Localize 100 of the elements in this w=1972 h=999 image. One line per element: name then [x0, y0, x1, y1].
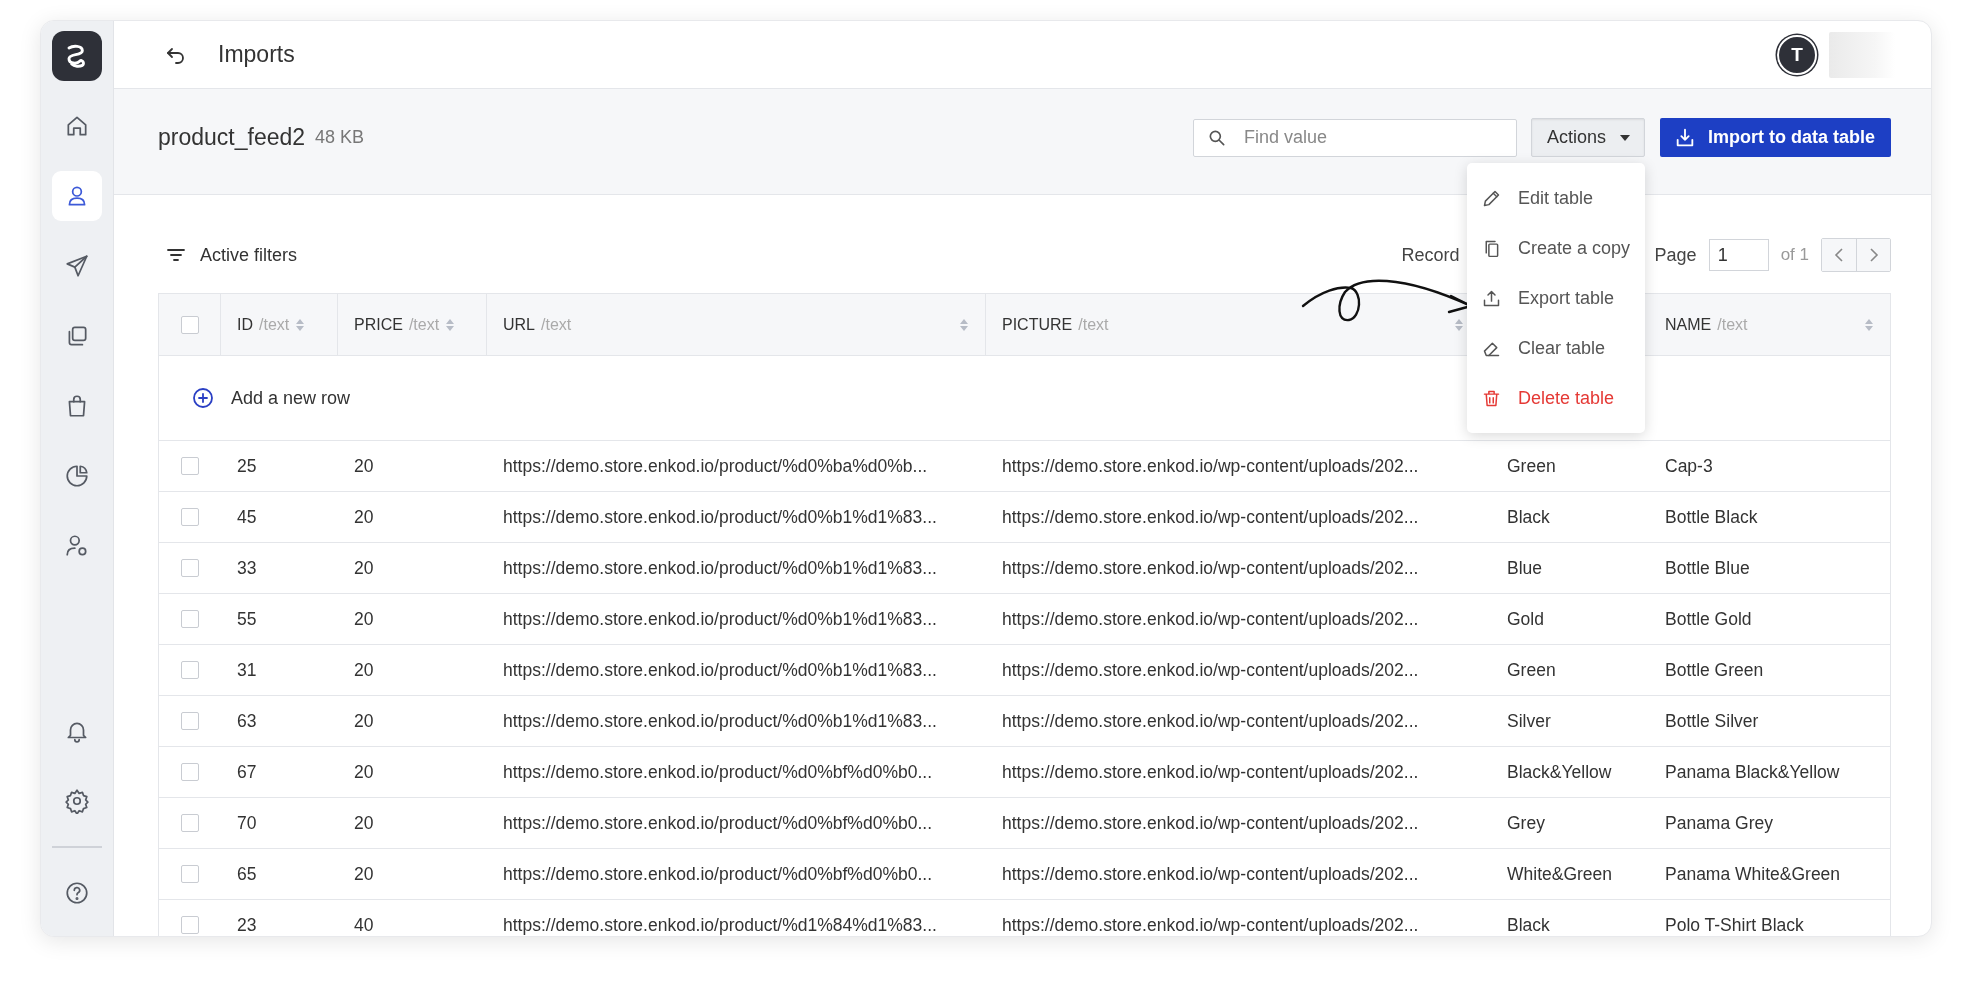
page-total: of 1: [1780, 245, 1809, 265]
table-cell: 20: [354, 557, 374, 579]
logo-icon[interactable]: [52, 31, 102, 81]
table-cell: 55: [237, 608, 257, 630]
table-cell: https://demo.store.enkod.io/wp-content/uploads/202...: [1002, 659, 1419, 681]
page-label: Page: [1654, 244, 1697, 266]
page-title: Imports: [218, 41, 295, 68]
table-cell: Bottle Silver: [1665, 710, 1759, 732]
table-cell: https://demo.store.enkod.io/wp-content/uploads/202...: [1002, 761, 1419, 783]
table-cell: https://demo.store.enkod.io/wp-content/uploads/202...: [1002, 557, 1419, 579]
row-checkbox[interactable]: [181, 865, 199, 883]
menu-item-label: Clear table: [1518, 337, 1606, 359]
table-cell: Green: [1507, 455, 1556, 477]
table-cell: https://demo.store.enkod.io/product/%d0%b1%d1%83...: [503, 659, 937, 681]
table-cell: 20: [354, 812, 374, 834]
table-cell: 20: [354, 608, 374, 630]
table-cell: 20: [354, 710, 374, 732]
table-cell: 25: [237, 455, 257, 477]
table-cell: https://demo.store.enkod.io/product/%d0%ba%d0%b...: [503, 455, 928, 477]
search-field[interactable]: Find value: [1192, 118, 1517, 157]
table-cell: https://demo.store.enkod.io/wp-content/uploads/202...: [1002, 914, 1419, 936]
table-cell: 20: [354, 659, 374, 681]
add-row-button[interactable]: Add a new row: [191, 386, 351, 410]
table-cell: Bottle Black: [1665, 506, 1758, 528]
row-checkbox[interactable]: [181, 508, 199, 526]
sort-icon[interactable]: [445, 317, 456, 332]
file-size: 48 KB: [315, 127, 365, 148]
pie-icon: [64, 463, 90, 489]
records-label: Record: [1401, 244, 1460, 266]
row-checkbox[interactable]: [181, 559, 199, 577]
table-cell: https://demo.store.enkod.io/product/%d0%bf%d0%b0...: [503, 863, 932, 885]
person-gear-icon: [64, 533, 90, 559]
menu-item-label: Export table: [1518, 287, 1615, 309]
row-checkbox[interactable]: [181, 661, 199, 679]
sort-icon[interactable]: [1864, 317, 1874, 332]
table-cell: https://demo.store.enkod.io/wp-content/uploads/202...: [1002, 506, 1419, 528]
select-all-checkbox[interactable]: [180, 315, 199, 334]
file-name: product_feed2: [158, 124, 306, 151]
actions-dropdown[interactable]: Actions: [1530, 118, 1645, 157]
table-cell: Panama Black&Yellow: [1665, 761, 1840, 783]
avatar[interactable]: T: [1777, 34, 1817, 75]
row-checkbox[interactable]: [181, 712, 199, 730]
table-cell: 63: [237, 710, 257, 732]
previous-page-button[interactable]: [1822, 239, 1856, 271]
menu-item-label: Create a copy: [1518, 237, 1631, 259]
sort-icon[interactable]: [295, 317, 306, 332]
chevron-right-icon: [1868, 247, 1879, 263]
menu-item-label: Edit table: [1518, 187, 1594, 209]
row-checkbox[interactable]: [181, 916, 199, 934]
table-cell: Polo T-Shirt Black: [1665, 914, 1804, 936]
table-cell: 45: [237, 506, 257, 528]
table-cell: Blue: [1507, 557, 1543, 579]
table-cell: https://demo.store.enkod.io/wp-content/uploads/202...: [1002, 863, 1419, 885]
table-cell: 20: [354, 761, 374, 783]
table-cell: https://demo.store.enkod.io/product/%d0%bf%d0%b0...: [503, 761, 932, 783]
row-checkbox[interactable]: [181, 610, 199, 628]
row-checkbox[interactable]: [181, 457, 199, 475]
row-checkbox[interactable]: [181, 814, 199, 832]
menu-item[interactable]: Create a copy: [1467, 223, 1645, 273]
table-cell: Grey: [1507, 812, 1545, 834]
table-cell: White&Green: [1507, 863, 1613, 885]
table-cell: Black&Yellow: [1507, 761, 1612, 783]
settings-icon: [64, 788, 90, 814]
table-cell: https://demo.store.enkod.io/wp-content/uploads/202...: [1002, 710, 1419, 732]
table-cell: https://demo.store.enkod.io/product/%d0%b1%d1%83...: [503, 710, 937, 732]
sort-icon[interactable]: [959, 317, 969, 332]
menu-item[interactable]: Delete table: [1467, 373, 1645, 423]
table-cell: Bottle Green: [1665, 659, 1764, 681]
sort-icon[interactable]: [1454, 317, 1464, 332]
table-cell: 33: [237, 557, 257, 579]
column-header: NAME /text: [1665, 315, 1748, 334]
table-cell: https://demo.store.enkod.io/product/%d0%b1%d1%83...: [503, 506, 937, 528]
row-checkbox[interactable]: [181, 763, 199, 781]
caret-icon: [1620, 134, 1630, 141]
menu-item-label: Delete table: [1518, 387, 1615, 409]
table-cell: Bottle Blue: [1665, 557, 1750, 579]
filters-button[interactable]: Active filters: [158, 244, 298, 266]
table-cell: Gold: [1507, 608, 1544, 630]
filter-icon: [166, 247, 186, 263]
table-cell: https://demo.store.enkod.io/wp-content/uploads/202...: [1002, 812, 1419, 834]
plus-circle-icon: [191, 386, 215, 410]
menu-item[interactable]: Clear table: [1467, 323, 1645, 373]
table-cell: Bottle Gold: [1665, 608, 1752, 630]
import-button[interactable]: Import to data table: [1660, 118, 1891, 157]
chevron-left-icon: [1834, 247, 1844, 263]
table-cell: 67: [237, 761, 257, 783]
table-cell: Black: [1507, 914, 1550, 936]
download-icon: [1674, 126, 1696, 149]
page-input[interactable]: 1: [1708, 239, 1769, 271]
table-cell: Panama White&Green: [1665, 863, 1841, 885]
table-cell: 20: [354, 506, 374, 528]
menu-item[interactable]: Edit table: [1467, 173, 1645, 223]
table-cell: 40: [354, 914, 374, 936]
sidebar-item[interactable]: [52, 171, 102, 221]
table-cell: Green: [1507, 659, 1556, 681]
table-cell: https://demo.store.enkod.io/product/%d0%b1%d1%83...: [503, 608, 937, 630]
send-icon: [64, 253, 90, 279]
menu-item[interactable]: Export table: [1467, 273, 1645, 323]
table-cell: Cap-3: [1665, 455, 1713, 477]
next-page-button[interactable]: [1856, 239, 1890, 271]
